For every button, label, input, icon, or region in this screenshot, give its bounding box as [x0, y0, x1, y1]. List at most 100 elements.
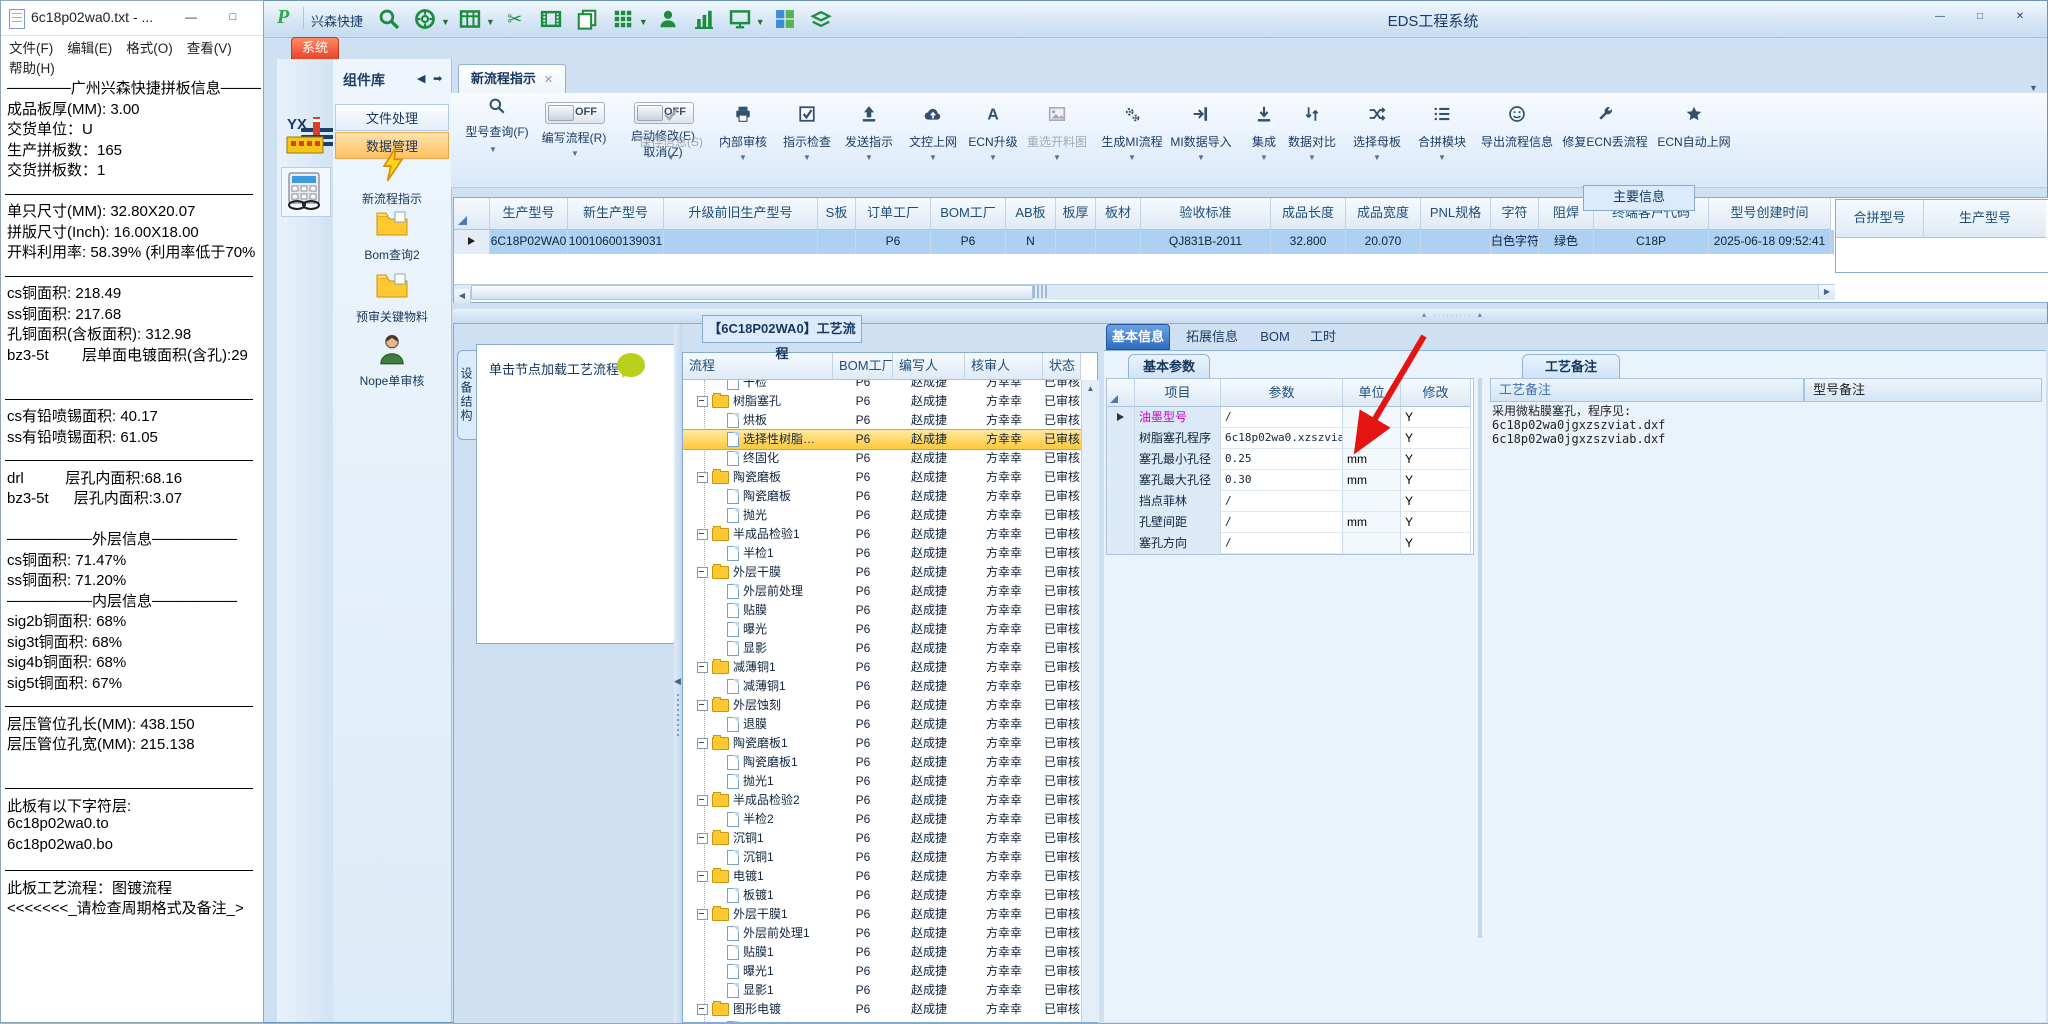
- column-header[interactable]: 板材: [1096, 198, 1141, 230]
- chevron-down-icon[interactable]: ▼: [486, 17, 495, 27]
- tree-column-header[interactable]: BOM工厂: [833, 353, 893, 380]
- sidebar-section-1[interactable]: 文件处理: [335, 104, 449, 131]
- param-row[interactable]: 孔壁间距 / mm Y: [1107, 512, 1473, 533]
- film-icon[interactable]: [538, 6, 564, 32]
- collapse-expander-icon[interactable]: [697, 794, 708, 806]
- collapse-expander-icon[interactable]: [697, 1003, 708, 1015]
- column-header[interactable]: 生产型号: [1924, 200, 2046, 238]
- tree-row[interactable]: 曝光 P6 赵成捷 方幸幸 已审核: [683, 620, 1081, 639]
- close-button[interactable]: ✕: [2009, 9, 2031, 25]
- param-value[interactable]: /: [1221, 533, 1343, 554]
- model-query-button[interactable]: 型号查询(F): [459, 123, 535, 140]
- chevron-down-icon[interactable]: ▼: [639, 17, 648, 27]
- windows-icon[interactable]: [772, 6, 798, 32]
- tree-row[interactable]: 减薄铜1 P6 赵成捷 方幸幸 已审核: [683, 677, 1081, 696]
- table-cell[interactable]: [1421, 230, 1491, 254]
- param-column-header[interactable]: 项目: [1135, 379, 1221, 407]
- basic-params-subtab[interactable]: 基本参数: [1128, 354, 1210, 379]
- tree-row[interactable]: 退膜 P6 赵成捷 方幸幸 已审核: [683, 715, 1081, 734]
- tree-row[interactable]: 外层干膜 P6 赵成捷 方幸幸 已审核: [683, 563, 1081, 582]
- param-row[interactable]: 塞孔方向 / Y: [1107, 533, 1473, 554]
- tree-row[interactable]: 树脂塞孔 P6 赵成捷 方幸幸 已审核: [683, 392, 1081, 411]
- panel-back-icon[interactable]: ◀: [417, 72, 425, 85]
- table-cell[interactable]: 绿色: [1539, 230, 1594, 254]
- tree-row[interactable]: 半成品检验1 P6 赵成捷 方幸幸 已审核: [683, 525, 1081, 544]
- param-row[interactable]: 油墨型号 / Y: [1107, 407, 1473, 428]
- tree-column-header[interactable]: 核审人: [965, 353, 1043, 380]
- process-remark-tab[interactable]: 工艺备注: [1522, 354, 1620, 379]
- tree-row[interactable]: 显影 P6 赵成捷 方幸幸 已审核: [683, 639, 1081, 658]
- table-cell[interactable]: QJ831B-2011: [1141, 230, 1271, 254]
- layers-icon[interactable]: [808, 6, 834, 32]
- minimize-button[interactable]: —: [1929, 9, 1951, 25]
- collapse-expander-icon[interactable]: [697, 528, 708, 540]
- tree-row[interactable]: 图形电镀 P6赵成捷方幸幸已审核: [683, 1019, 1081, 1022]
- factory-icon[interactable]: YX: [285, 113, 327, 159]
- column-header[interactable]: 合拼型号: [1836, 200, 1924, 238]
- table-row[interactable]: 6C18P02WA0 10010600139031 P6 P6 N QJ831B-2011…: [454, 230, 1834, 254]
- tree-row[interactable]: 半成品检验2 P6 赵成捷 方幸幸 已审核: [683, 791, 1081, 810]
- param-row[interactable]: 塞孔最小孔径 0.25 mm Y: [1107, 449, 1473, 470]
- vertical-splitter[interactable]: ◀: [674, 324, 682, 1023]
- table-cell[interactable]: P6: [931, 230, 1006, 254]
- tree-row[interactable]: 板镀1 P6 赵成捷 方幸幸 已审核: [683, 886, 1081, 905]
- grid-icon[interactable]: [610, 6, 636, 32]
- tree-row[interactable]: 抛光1 P6 赵成捷 方幸幸 已审核: [683, 772, 1081, 791]
- notepad-menu-item[interactable]: 格式(O): [126, 41, 173, 56]
- table-cell[interactable]: [818, 230, 856, 254]
- tree-row[interactable]: 烘板 P6 赵成捷 方幸幸 已审核: [683, 411, 1081, 430]
- chevron-down-icon[interactable]: ▼: [441, 17, 450, 27]
- tree-scrollbar[interactable]: ▲: [1081, 380, 1099, 1022]
- chevron-down-icon[interactable]: ▼: [571, 149, 579, 158]
- param-column-header[interactable]: 修改: [1401, 379, 1471, 407]
- tree-row[interactable]: 电镀1 P6 赵成捷 方幸幸 已审核: [683, 867, 1081, 886]
- scroll-right-icon[interactable]: ▶: [1818, 285, 1835, 299]
- column-header[interactable]: 成品长度: [1271, 198, 1346, 230]
- table-cell[interactable]: 10010600139031: [568, 230, 664, 254]
- search-icon[interactable]: [376, 6, 402, 32]
- param-value[interactable]: /: [1221, 512, 1343, 533]
- column-header[interactable]: 生产型号: [490, 198, 568, 230]
- ribbon-collapse-icon[interactable]: ▼: [2029, 83, 2038, 93]
- column-header[interactable]: BOM工厂: [931, 198, 1006, 230]
- scroll-left-icon[interactable]: ◀: [454, 289, 471, 303]
- table-cell[interactable]: 20.070: [1346, 230, 1421, 254]
- collapse-expander-icon[interactable]: [697, 471, 708, 483]
- column-header[interactable]: PNL规格: [1421, 198, 1491, 230]
- sidebar-item-2[interactable]: Bom查询2: [333, 209, 451, 263]
- column-header[interactable]: AB板: [1006, 198, 1056, 230]
- param-value[interactable]: 0.30: [1221, 470, 1343, 491]
- collapse-expander-icon[interactable]: [697, 870, 708, 882]
- tree-row[interactable]: 半检1 P6 赵成捷 方幸幸 已审核: [683, 544, 1081, 563]
- monitor-icon[interactable]: [727, 6, 753, 32]
- notepad-text-area[interactable]: ──────广州兴森快捷拼板信息───── 成品板厚(MM): 3.00 交货单位：…: [1, 73, 263, 1022]
- copy-icon[interactable]: [574, 6, 600, 32]
- tree-row[interactable]: 外层前处理1 P6 赵成捷 方幸幸 已审核: [683, 924, 1081, 943]
- sidebar-item-3[interactable]: 预审关键物料: [333, 271, 451, 325]
- table-icon[interactable]: [457, 6, 483, 32]
- column-header[interactable]: 型号创建时间: [1709, 198, 1831, 230]
- table-cell[interactable]: [664, 230, 818, 254]
- tab-拓展信息[interactable]: 拓展信息: [1180, 324, 1244, 350]
- remark-col1-header[interactable]: 工艺备注: [1490, 378, 1804, 402]
- table-cell[interactable]: 白色字符: [1491, 230, 1539, 254]
- tree-row[interactable]: 沉铜1 P6 赵成捷 方幸幸 已审核: [683, 848, 1081, 867]
- horizontal-splitter[interactable]: ▲ ········· ▲: [453, 309, 2047, 322]
- notepad-minimize-button[interactable]: —: [177, 7, 205, 29]
- tree-row[interactable]: 贴膜 P6 赵成捷 方幸幸 已审核: [683, 601, 1081, 620]
- tree-row[interactable]: 外层前处理 P6 赵成捷 方幸幸 已审核: [683, 582, 1081, 601]
- scrollbar-grip[interactable]: [1033, 285, 1047, 298]
- param-value[interactable]: /: [1221, 491, 1343, 512]
- collapse-expander-icon[interactable]: [697, 661, 708, 673]
- splitter-grip[interactable]: ▲ ········· ▲: [1398, 312, 1508, 319]
- param-row[interactable]: 塞孔最大孔径 0.30 mm Y: [1107, 470, 1473, 491]
- scrollbar-thumb[interactable]: [471, 285, 1033, 300]
- notepad-menu-item[interactable]: 编辑(E): [67, 41, 112, 56]
- tree-column-header[interactable]: 编写人: [893, 353, 965, 380]
- tab-工时[interactable]: 工时: [1302, 324, 1344, 350]
- tab-close-icon[interactable]: ✕: [544, 74, 553, 86]
- param-row[interactable]: 树脂塞孔程序 6c18p02wa0.xzszvia Y: [1107, 428, 1473, 449]
- table-cell[interactable]: 2025-06-18 09:52:41: [1709, 230, 1831, 254]
- column-header[interactable]: 字符: [1491, 198, 1539, 230]
- table-cell[interactable]: C18P: [1594, 230, 1709, 254]
